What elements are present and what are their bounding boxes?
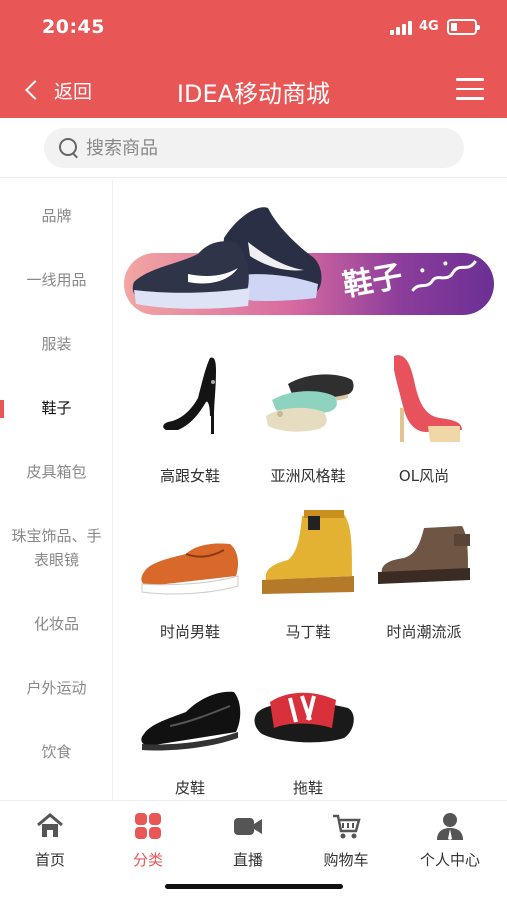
category-grid-icon bbox=[135, 813, 161, 839]
tab-label: 首页 bbox=[34, 851, 65, 869]
pink-platform-heel-image bbox=[394, 355, 462, 442]
product-asian-style[interactable]: 亚洲风格鞋 bbox=[248, 350, 368, 486]
video-camera-icon bbox=[234, 818, 262, 835]
sidebar-item-clothing[interactable]: 服装 bbox=[0, 332, 113, 356]
page-title: IDEA移动商城 bbox=[176, 80, 331, 108]
battery-level bbox=[451, 23, 457, 31]
product-high-heels[interactable]: 高跟女鞋 bbox=[130, 350, 250, 486]
sidebar-item-brand[interactable]: 品牌 bbox=[0, 204, 113, 228]
status-time: 20:45 bbox=[42, 16, 105, 38]
tab-label: 个人中心 bbox=[419, 851, 480, 869]
search-input[interactable] bbox=[86, 137, 426, 159]
product-label: OL风尚 bbox=[398, 467, 450, 485]
category-banner[interactable]: 鞋子 bbox=[124, 198, 494, 320]
tab-label: 分类 bbox=[132, 851, 163, 869]
tab-category[interactable]: 分类 bbox=[98, 811, 198, 870]
tab-cart[interactable]: 购物车 bbox=[296, 811, 396, 870]
status-bar: 20:45 4G bbox=[0, 0, 507, 56]
product-label: 马丁鞋 bbox=[285, 623, 331, 641]
home-icon bbox=[37, 813, 63, 837]
yellow-work-boot-image bbox=[262, 510, 354, 594]
tab-label: 直播 bbox=[232, 851, 263, 869]
tab-live[interactable]: 直播 bbox=[198, 811, 298, 870]
black-leather-shoe-image bbox=[141, 691, 241, 751]
app-screen: 20:45 4G 返回 IDEA移动商城 品牌 一线用品 服装 鞋子 bbox=[0, 0, 507, 900]
network-label: 4G bbox=[419, 19, 439, 34]
sidebar-item-food[interactable]: 饮食 bbox=[0, 740, 113, 764]
product-label: 亚洲风格鞋 bbox=[270, 467, 346, 485]
top-bar: 20:45 4G 返回 IDEA移动商城 bbox=[0, 0, 507, 118]
home-indicator bbox=[165, 884, 343, 889]
hamburger-menu-icon[interactable] bbox=[456, 78, 484, 100]
nav-bar: 返回 IDEA移动商城 bbox=[0, 62, 507, 118]
battery-icon bbox=[447, 19, 480, 35]
product-label: 高跟女鞋 bbox=[159, 467, 220, 485]
product-mens-fashion[interactable]: 时尚男鞋 bbox=[130, 506, 250, 642]
sidebar-item-cosmetics[interactable]: 化妆品 bbox=[0, 612, 113, 636]
tab-home[interactable]: 首页 bbox=[0, 811, 100, 870]
sneakers-image bbox=[132, 207, 322, 309]
search-icon bbox=[58, 137, 80, 159]
flat-shoes-image bbox=[266, 374, 354, 432]
product-ol-style[interactable]: OL风尚 bbox=[364, 350, 484, 486]
sidebar-item-bags[interactable]: 皮具箱包 bbox=[0, 460, 113, 484]
product-label: 时尚潮流派 bbox=[386, 623, 462, 641]
sidebar-item-shoes[interactable]: 鞋子 bbox=[0, 396, 113, 420]
shopping-cart-icon bbox=[333, 814, 361, 839]
tab-label: 购物车 bbox=[323, 851, 369, 869]
sidebar-item-jewelry[interactable]: 珠宝饰品、手表眼镜 bbox=[0, 524, 113, 572]
product-slippers[interactable]: 拖鞋 bbox=[248, 662, 368, 798]
brown-boot-image bbox=[378, 526, 470, 584]
user-profile-icon bbox=[437, 813, 463, 840]
sidebar-item-daily[interactable]: 一线用品 bbox=[0, 268, 113, 292]
product-label: 皮鞋 bbox=[174, 779, 205, 797]
orange-suede-shoe-image bbox=[141, 543, 239, 595]
sidebar-item-outdoor[interactable]: 户外运动 bbox=[0, 676, 113, 700]
signal-icon bbox=[390, 21, 412, 35]
product-label: 拖鞋 bbox=[292, 779, 323, 797]
search-section bbox=[0, 118, 507, 178]
product-leather-shoes[interactable]: 皮鞋 bbox=[130, 662, 250, 798]
product-trendy[interactable]: 时尚潮流派 bbox=[364, 506, 484, 642]
black-high-heel-image bbox=[163, 357, 216, 434]
product-label: 时尚男鞋 bbox=[159, 623, 220, 641]
product-martin-boots[interactable]: 马丁鞋 bbox=[248, 506, 368, 642]
search-bar[interactable] bbox=[44, 128, 464, 168]
slide-sandal-image bbox=[254, 692, 354, 743]
category-sidebar: 品牌 一线用品 服装 鞋子 皮具箱包 珠宝饰品、手表眼镜 化妆品 户外运动 饮食 bbox=[0, 180, 113, 800]
tab-profile[interactable]: 个人中心 bbox=[400, 811, 500, 870]
